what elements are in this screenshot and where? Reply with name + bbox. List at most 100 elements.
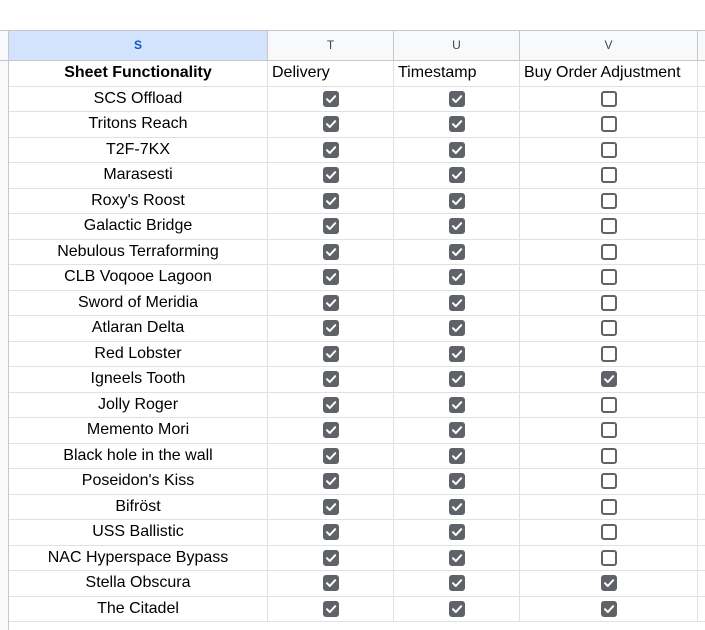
checkbox-checked-icon[interactable] <box>448 473 465 490</box>
checkbox-checked-icon[interactable] <box>448 447 465 464</box>
buy-order-cell[interactable] <box>520 545 698 570</box>
timestamp-cell[interactable] <box>394 392 520 417</box>
timestamp-cell[interactable] <box>394 163 520 188</box>
checkbox-checked-icon[interactable] <box>322 575 339 592</box>
delivery-cell[interactable] <box>268 86 394 111</box>
checkbox-checked-icon[interactable] <box>448 575 465 592</box>
delivery-cell[interactable] <box>268 392 394 417</box>
checkbox-unchecked-icon[interactable] <box>600 218 617 235</box>
buy-order-cell[interactable] <box>520 239 698 264</box>
buy-order-cell[interactable] <box>520 214 698 239</box>
buy-order-cell[interactable] <box>520 520 698 545</box>
checkbox-checked-icon[interactable] <box>322 192 339 209</box>
checkbox-unchecked-icon[interactable] <box>600 167 617 184</box>
checkbox-checked-icon[interactable] <box>600 575 617 592</box>
timestamp-cell[interactable] <box>394 86 520 111</box>
station-name-cell[interactable]: Nebulous Terraforming <box>9 239 268 264</box>
delivery-cell[interactable] <box>268 545 394 570</box>
checkbox-checked-icon[interactable] <box>322 371 339 388</box>
empty-cell[interactable] <box>698 189 705 214</box>
checkbox-checked-icon[interactable] <box>322 473 339 490</box>
checkbox-checked-icon[interactable] <box>322 116 339 133</box>
empty-cell[interactable] <box>698 367 705 392</box>
station-name-cell[interactable]: Black hole in the wall <box>9 443 268 468</box>
checkbox-checked-icon[interactable] <box>600 371 617 388</box>
delivery-cell[interactable] <box>268 520 394 545</box>
empty-cell[interactable] <box>698 444 705 469</box>
buy-order-cell[interactable] <box>520 316 698 341</box>
checkbox-unchecked-icon[interactable] <box>600 269 617 286</box>
checkbox-checked-icon[interactable] <box>448 167 465 184</box>
checkbox-checked-icon[interactable] <box>322 447 339 464</box>
empty-cell[interactable] <box>698 87 705 112</box>
checkbox-checked-icon[interactable] <box>322 218 339 235</box>
delivery-cell[interactable] <box>268 571 394 596</box>
checkbox-unchecked-icon[interactable] <box>600 141 617 158</box>
delivery-cell[interactable] <box>268 596 394 621</box>
empty-cell[interactable] <box>698 469 705 494</box>
timestamp-cell[interactable] <box>394 290 520 315</box>
checkbox-checked-icon[interactable] <box>448 218 465 235</box>
delivery-cell[interactable] <box>268 443 394 468</box>
delivery-cell[interactable] <box>268 265 394 290</box>
empty-cell[interactable] <box>698 214 705 239</box>
timestamp-cell[interactable] <box>394 341 520 366</box>
checkbox-unchecked-icon[interactable] <box>600 294 617 311</box>
timestamp-cell[interactable] <box>394 214 520 239</box>
checkbox-checked-icon[interactable] <box>448 422 465 439</box>
column-header-u[interactable]: U <box>394 31 520 60</box>
header-cell-functionality[interactable]: Sheet Functionality <box>9 61 268 86</box>
checkbox-unchecked-icon[interactable] <box>600 524 617 541</box>
checkbox-checked-icon[interactable] <box>448 498 465 515</box>
checkbox-checked-icon[interactable] <box>600 600 617 617</box>
checkbox-unchecked-icon[interactable] <box>600 498 617 515</box>
empty-cell[interactable] <box>698 316 705 341</box>
timestamp-cell[interactable] <box>394 316 520 341</box>
buy-order-cell[interactable] <box>520 112 698 137</box>
checkbox-checked-icon[interactable] <box>322 524 339 541</box>
station-name-cell[interactable]: Atlaran Delta <box>9 316 268 341</box>
delivery-cell[interactable] <box>268 290 394 315</box>
checkbox-checked-icon[interactable] <box>448 269 465 286</box>
empty-cell[interactable] <box>698 546 705 571</box>
corner-cell[interactable] <box>0 31 9 60</box>
station-name-cell[interactable]: T2F-7KX <box>9 137 268 162</box>
column-header-t[interactable]: T <box>268 31 394 60</box>
checkbox-unchecked-icon[interactable] <box>600 447 617 464</box>
checkbox-checked-icon[interactable] <box>448 345 465 362</box>
checkbox-checked-icon[interactable] <box>322 294 339 311</box>
delivery-cell[interactable] <box>268 316 394 341</box>
buy-order-cell[interactable] <box>520 137 698 162</box>
checkbox-checked-icon[interactable] <box>322 422 339 439</box>
checkbox-unchecked-icon[interactable] <box>600 192 617 209</box>
checkbox-checked-icon[interactable] <box>322 269 339 286</box>
header-cell-timestamp[interactable]: Timestamp <box>394 61 520 86</box>
empty-cell[interactable] <box>698 571 705 596</box>
empty-cell[interactable] <box>698 265 705 290</box>
checkbox-checked-icon[interactable] <box>322 345 339 362</box>
checkbox-checked-icon[interactable] <box>448 600 465 617</box>
station-name-cell[interactable]: Tritons Reach <box>9 112 268 137</box>
checkbox-checked-icon[interactable] <box>322 243 339 260</box>
empty-cell[interactable] <box>698 240 705 265</box>
station-name-cell[interactable]: NAC Hyperspace Bypass <box>9 545 268 570</box>
delivery-cell[interactable] <box>268 239 394 264</box>
timestamp-cell[interactable] <box>394 571 520 596</box>
station-name-cell[interactable]: Red Lobster <box>9 341 268 366</box>
checkbox-unchecked-icon[interactable] <box>600 345 617 362</box>
buy-order-cell[interactable] <box>520 392 698 417</box>
delivery-cell[interactable] <box>268 418 394 443</box>
timestamp-cell[interactable] <box>394 265 520 290</box>
station-name-cell[interactable]: USS Ballistic <box>9 520 268 545</box>
checkbox-unchecked-icon[interactable] <box>600 320 617 337</box>
station-name-cell[interactable]: Memento Mori <box>9 418 268 443</box>
empty-cell[interactable] <box>698 418 705 443</box>
timestamp-cell[interactable] <box>394 239 520 264</box>
timestamp-cell[interactable] <box>394 418 520 443</box>
station-name-cell[interactable]: Marasesti <box>9 163 268 188</box>
empty-cell[interactable] <box>698 393 705 418</box>
header-cell-delivery[interactable]: Delivery <box>268 61 394 86</box>
column-header-v[interactable]: V <box>520 31 698 60</box>
empty-cell[interactable] <box>698 597 705 622</box>
timestamp-cell[interactable] <box>394 494 520 519</box>
